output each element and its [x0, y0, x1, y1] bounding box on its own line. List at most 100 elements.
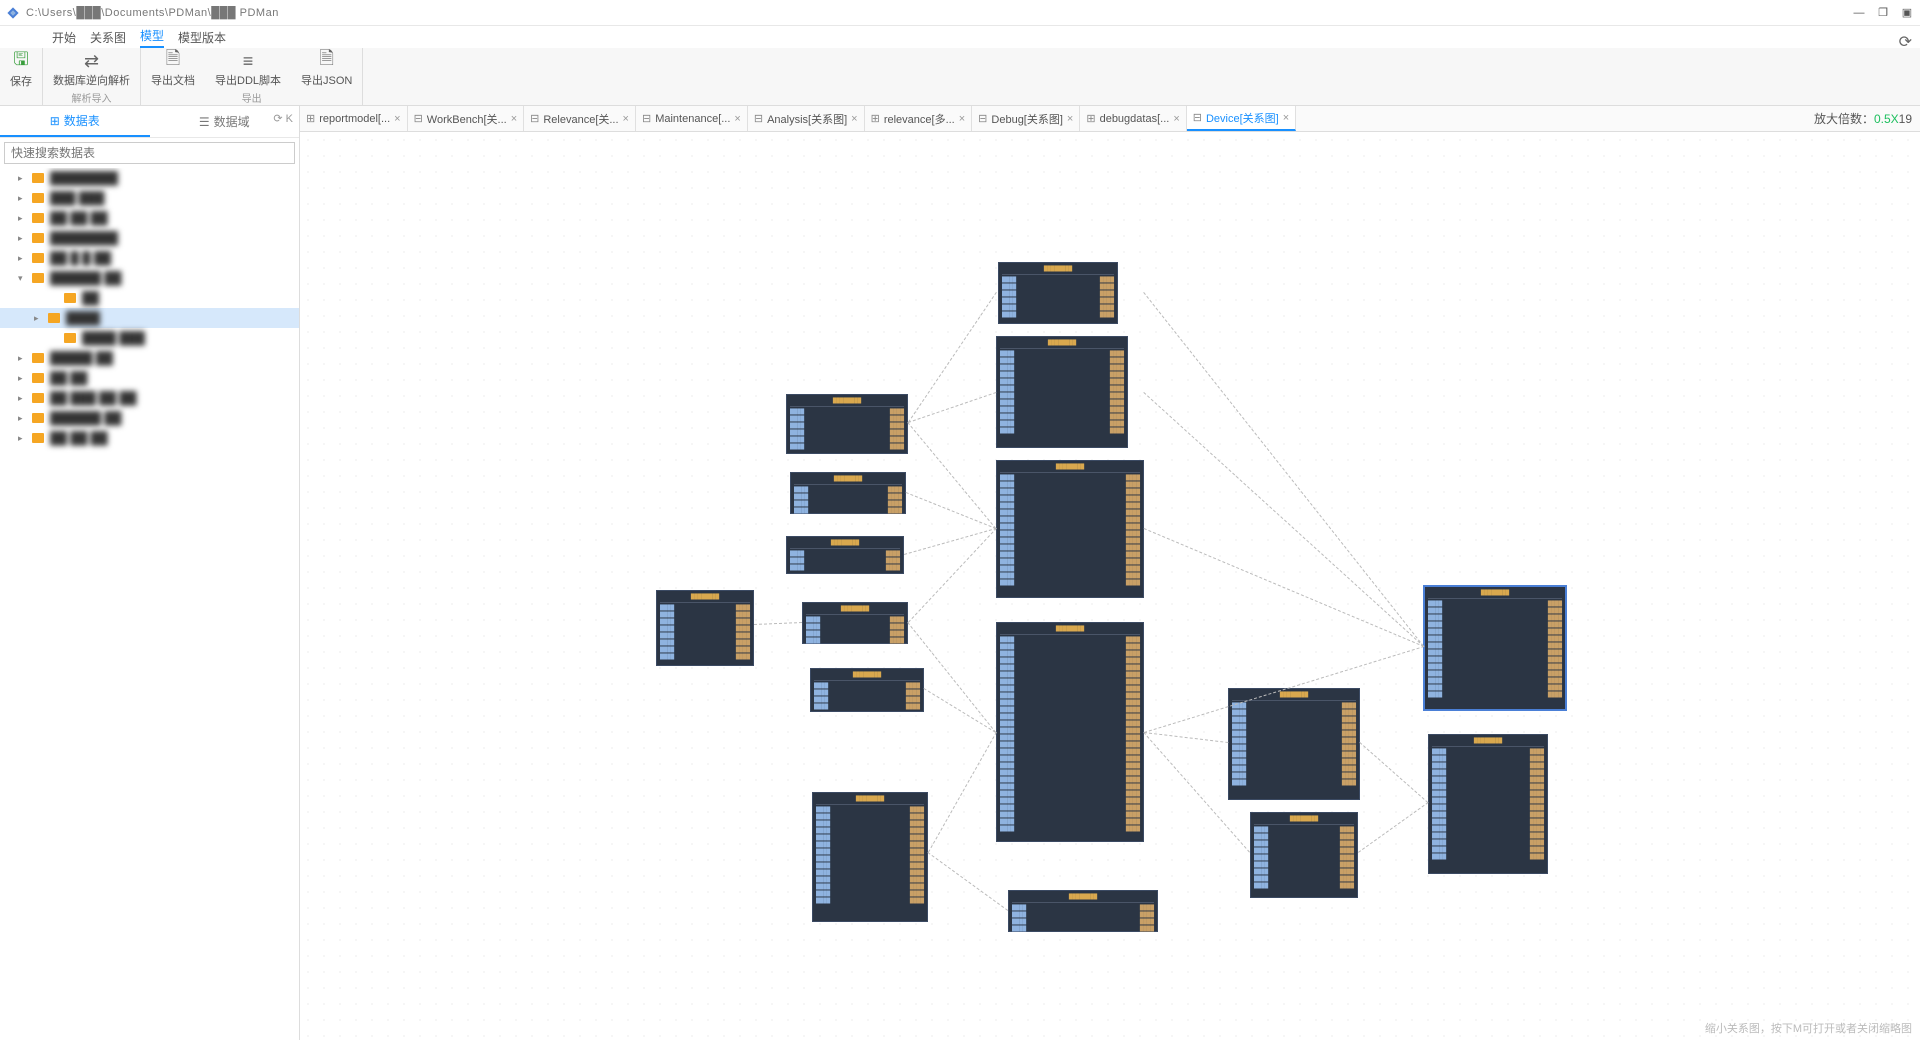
tab[interactable]: ⊞debugdatas[...× — [1080, 106, 1186, 131]
entity-title: ████████ — [1012, 894, 1154, 903]
tree-item[interactable]: ▸████████ — [0, 228, 299, 248]
folder-icon — [32, 413, 44, 423]
entity-box[interactable]: ████████████████████████████████████████… — [1428, 734, 1548, 874]
tab[interactable]: ⊟Device[关系图]× — [1187, 106, 1296, 131]
tab[interactable]: ⊟Maintenance[...× — [636, 106, 748, 131]
entity-field: ████████ — [1232, 759, 1356, 766]
connection-line — [1143, 292, 1424, 647]
close-button[interactable]: ▣ — [1900, 6, 1914, 20]
tab-close-icon[interactable]: × — [394, 113, 400, 125]
entity-field: ████████ — [1254, 862, 1354, 869]
save-button[interactable]: 🖫 保存 — [0, 49, 42, 91]
entity-field: ████████ — [816, 856, 924, 863]
menu-version[interactable]: 模型版本 — [178, 29, 226, 46]
entity-box[interactable]: ████████████████████████████████████████ — [802, 602, 908, 644]
tree-item[interactable]: ▸████████ — [0, 168, 299, 188]
entity-box[interactable]: ████████████████████████████████████████… — [996, 622, 1144, 842]
entity-box[interactable]: ████████████████████████████████ — [786, 536, 904, 574]
window-title: C:\Users\███\Documents\PDMan\███ PDMan — [26, 7, 1852, 19]
tree-item[interactable]: ▸██ ██ ██ — [0, 208, 299, 228]
menu-model[interactable]: 模型 — [140, 27, 164, 48]
export-doc-button[interactable]: 🗎 导出文档 — [141, 48, 205, 90]
tree-item[interactable]: ▸██ ███ ██ ██ — [0, 388, 299, 408]
entity-field: ████████ — [816, 898, 924, 905]
entity-field: ████████ — [1428, 664, 1562, 671]
tree-item[interactable]: ██ — [0, 288, 299, 308]
entity-box[interactable]: ████████████████████████████████████████ — [790, 472, 906, 514]
tree-item-label: ██ ███ ██ ██ — [50, 391, 137, 405]
entity-box[interactable]: ████████████████████████████████████████… — [998, 262, 1118, 324]
entity-box[interactable]: ████████████████████████████████████████… — [812, 792, 928, 922]
entity-field: ████████ — [816, 821, 924, 828]
export-ddl-button[interactable]: ≡ 导出DDL脚本 — [205, 48, 291, 90]
entity-box[interactable]: ████████████████████████████████████████ — [1008, 890, 1158, 932]
tree-item[interactable]: ████ ███ — [0, 328, 299, 348]
entity-field: ████████ — [1432, 749, 1544, 756]
menu-relation[interactable]: 关系图 — [90, 29, 126, 46]
tab-close-icon[interactable]: × — [511, 113, 517, 125]
tab-close-icon[interactable]: × — [1067, 113, 1073, 125]
tab-close-icon[interactable]: × — [623, 113, 629, 125]
entity-field: ████████ — [1428, 636, 1562, 643]
entity-field: ████████ — [1232, 766, 1356, 773]
tab[interactable]: ⊟Debug[关系图]× — [972, 106, 1080, 131]
reverse-db-button[interactable]: ⇄ 数据库逆向解析 — [43, 48, 140, 90]
tab[interactable]: ⊟Relevance[关...× — [524, 106, 636, 131]
entity-box[interactable]: ████████████████████████████████████████ — [810, 668, 924, 712]
menu-start[interactable]: 开始 — [52, 29, 76, 46]
tree-item[interactable]: ▾██████ ██ — [0, 268, 299, 288]
entity-box[interactable]: ████████████████████████████████████████… — [1228, 688, 1360, 800]
connection-line — [908, 528, 997, 623]
entity-field: ████████ — [1000, 475, 1140, 482]
entity-field: ████████ — [1432, 777, 1544, 784]
export-json-label: 导出JSON — [301, 72, 352, 88]
entity-field: ████████ — [1428, 671, 1562, 678]
entity-title: ████████ — [660, 594, 750, 603]
tree-item[interactable]: ▸██ ██ ██ — [0, 428, 299, 448]
tab-close-icon[interactable]: × — [734, 113, 740, 125]
entity-field: ████████ — [1232, 731, 1356, 738]
entity-field: ████████ — [1000, 386, 1124, 393]
entity-box[interactable]: ████████████████████████████████████████… — [996, 336, 1128, 448]
search-input[interactable] — [4, 142, 295, 164]
entity-box[interactable]: ████████████████████████████████████████… — [656, 590, 754, 666]
entity-box[interactable]: ████████████████████████████████████████… — [1424, 586, 1566, 710]
tree-item[interactable]: ▸████ — [0, 308, 299, 328]
tree-item[interactable]: ▸██ ██ — [0, 368, 299, 388]
maximize-button[interactable]: ❐ — [1876, 6, 1890, 20]
tab-close-icon[interactable]: × — [851, 113, 857, 125]
entity-field: ████████ — [1432, 770, 1544, 777]
sidebar-refresh[interactable]: ⟳ K — [273, 112, 293, 125]
tab-close-icon[interactable]: × — [1283, 112, 1289, 124]
tree-item-label: ██ ██ — [50, 371, 87, 385]
entity-field: ████████ — [1432, 756, 1544, 763]
entity-field: ████████ — [1428, 650, 1562, 657]
diagram-canvas[interactable]: 缩小关系图，按下M可打开或者关闭缩略图 ████████████████████… — [300, 132, 1920, 1040]
sidebar-tab-tables[interactable]: ⊞ 数据表 — [0, 106, 150, 137]
tree-item[interactable]: ▸███ ███ — [0, 188, 299, 208]
reload-icon[interactable]: ⟳ — [1899, 32, 1912, 52]
folder-icon — [32, 173, 44, 183]
tab[interactable]: ⊞reportmodel[...× — [300, 106, 408, 131]
folder-icon — [32, 373, 44, 383]
tab-close-icon[interactable]: × — [959, 113, 965, 125]
entity-title: ████████ — [1000, 340, 1124, 349]
entity-box[interactable]: ████████████████████████████████████████… — [996, 460, 1144, 598]
tab[interactable]: ⊟WorkBench[关...× — [408, 106, 525, 131]
tree-item[interactable]: ▸██████ ██ — [0, 408, 299, 428]
export-json-button[interactable]: 🗎 导出JSON — [291, 48, 362, 90]
entity-field: ████████ — [1000, 770, 1140, 777]
tab-label: Maintenance[... — [655, 113, 730, 125]
tab[interactable]: ⊞relevance[多...× — [865, 106, 973, 131]
minimize-button[interactable]: — — [1852, 6, 1866, 20]
tab[interactable]: ⊟Analysis[关系图]× — [748, 106, 865, 131]
tree-item[interactable]: ▸█████ ██ — [0, 348, 299, 368]
entity-field: ████████ — [1000, 517, 1140, 524]
entity-box[interactable]: ████████████████████████████████████████… — [1250, 812, 1358, 898]
entity-field: ████████ — [1000, 658, 1140, 665]
entity-field: ████████ — [1232, 752, 1356, 759]
tree-item[interactable]: ▸██ █ █ ██ — [0, 248, 299, 268]
entity-box[interactable]: ████████████████████████████████████████… — [786, 394, 908, 454]
tab-close-icon[interactable]: × — [1173, 113, 1179, 125]
entity-title: ████████ — [790, 398, 904, 407]
